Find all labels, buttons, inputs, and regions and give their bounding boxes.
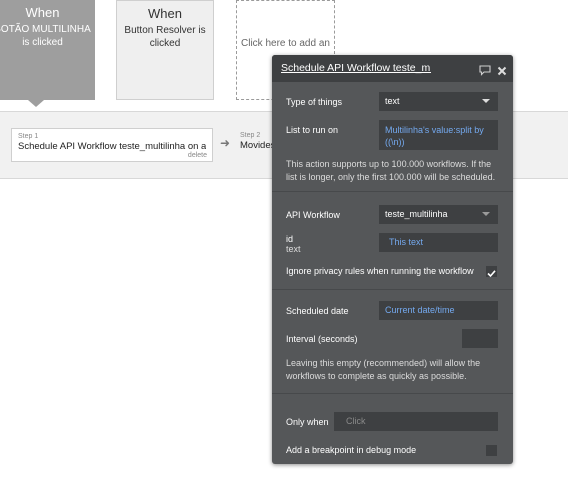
selected-event-pointer bbox=[28, 100, 44, 107]
ignore-privacy-checkbox[interactable] bbox=[486, 266, 497, 278]
panel-header: Schedule API Workflow teste_mı bbox=[272, 55, 513, 82]
ignore-privacy-label: Ignore privacy rules when running the wo… bbox=[286, 266, 474, 276]
step-title: Schedule API Workflow teste_multilinha o… bbox=[18, 141, 206, 152]
only-when-label: Only when bbox=[286, 417, 329, 427]
list-limit-info: This action supports up to 100.000 workf… bbox=[286, 158, 495, 184]
event-card-botao-multilinha[interactable]: When BOTÃO MULTILINHA is clicked bbox=[0, 0, 95, 100]
type-of-things-label: Type of things bbox=[286, 97, 343, 107]
list-to-run-on-label: List to run on bbox=[286, 125, 339, 135]
param-name-label: id bbox=[286, 234, 294, 244]
event-when-label: When bbox=[25, 5, 60, 20]
step-delete-link[interactable]: delete bbox=[188, 152, 207, 159]
interval-label: Interval (seconds) bbox=[286, 334, 358, 344]
interval-hint-line2: workflows to complete as quickly as poss… bbox=[286, 371, 467, 381]
event-card-button-resolver[interactable]: When Button Resolver is clicked bbox=[116, 0, 214, 100]
only-when-condition-field[interactable]: Click bbox=[334, 412, 498, 431]
type-of-things-dropdown[interactable]: text bbox=[379, 92, 498, 111]
arrow-right-icon: ➜ bbox=[220, 136, 231, 150]
step-card-1[interactable]: Step 1 Schedule API Workflow teste_multi… bbox=[11, 128, 213, 162]
check-icon bbox=[487, 270, 496, 278]
add-event-label: Click here to add an bbox=[241, 38, 330, 49]
divider bbox=[272, 289, 513, 290]
list-value-line2: ((\n)) bbox=[385, 137, 405, 147]
divider bbox=[272, 393, 513, 394]
param-id-value: This text bbox=[389, 237, 424, 247]
scheduled-date-label: Scheduled date bbox=[286, 306, 349, 316]
close-icon[interactable] bbox=[497, 63, 507, 81]
step-number: Step 1 bbox=[18, 133, 39, 140]
interval-hint: Leaving this empty (recommended) will al… bbox=[286, 357, 480, 383]
event-when-label: When bbox=[148, 6, 182, 21]
list-value-line1: Multilinha's value:split by bbox=[385, 125, 484, 135]
list-limit-info-line1: This action supports up to 100.000 workf… bbox=[286, 159, 492, 169]
divider bbox=[272, 191, 513, 192]
api-workflow-dropdown[interactable]: teste_multilinha bbox=[379, 205, 498, 224]
scheduled-date-value: Current date/time bbox=[385, 305, 455, 315]
api-workflow-value: teste_multilinha bbox=[385, 209, 448, 219]
list-limit-info-line2: list is longer, only the first 100.000 w… bbox=[286, 172, 496, 182]
interval-hint-line1: Leaving this empty (recommended) will al… bbox=[286, 358, 481, 368]
breakpoint-label: Add a breakpoint in debug mode bbox=[286, 445, 417, 455]
breakpoint-checkbox[interactable] bbox=[486, 445, 497, 456]
param-type-label: text bbox=[286, 244, 301, 254]
scheduled-date-field[interactable]: Current date/time bbox=[379, 301, 498, 320]
type-of-things-value: text bbox=[385, 96, 400, 106]
api-workflow-label: API Workflow bbox=[286, 210, 340, 220]
interval-input[interactable] bbox=[462, 329, 498, 348]
chevron-down-icon bbox=[482, 99, 490, 103]
action-properties-panel: Schedule API Workflow teste_mı Type of t… bbox=[272, 55, 513, 464]
param-id-field[interactable]: This text bbox=[379, 233, 498, 252]
only-when-placeholder: Click bbox=[346, 416, 366, 426]
list-to-run-on-field[interactable]: Multilinha's value:split by ((\n)) bbox=[379, 120, 498, 150]
panel-title[interactable]: Schedule API Workflow teste_mı bbox=[281, 62, 431, 74]
event-description: BOTÃO MULTILINHA is clicked bbox=[0, 24, 91, 48]
chevron-down-icon bbox=[482, 212, 490, 216]
event-description: Button Resolver is clicked bbox=[124, 25, 206, 49]
comment-icon[interactable] bbox=[479, 63, 491, 81]
